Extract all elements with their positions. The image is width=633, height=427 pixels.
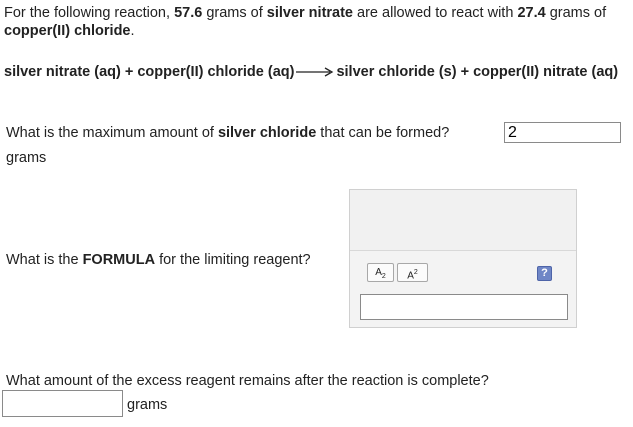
help-icon[interactable]: ? bbox=[537, 266, 552, 281]
question-1-bold: silver chloride bbox=[217, 125, 317, 141]
intro-text: grams of bbox=[545, 5, 607, 21]
intro-text: are allowed to react with bbox=[353, 5, 518, 21]
reactant-copper-chloride: copper(II) chloride bbox=[4, 23, 131, 39]
intro-paragraph: For the following reaction, 57.6 grams o… bbox=[4, 4, 624, 40]
max-amount-answer-input[interactable]: 2 bbox=[504, 122, 621, 143]
intro-text: For the following reaction, bbox=[4, 5, 175, 21]
question-1-text: that can be formed? bbox=[316, 125, 450, 141]
superscript-button[interactable]: A2 bbox=[397, 263, 428, 282]
equation-products: silver chloride (s) + copper(II) nitrate… bbox=[336, 64, 619, 80]
mass-silver-nitrate: 57.6 bbox=[174, 5, 203, 21]
question-2-bold: FORMULA bbox=[82, 252, 156, 268]
question-3-text: What amount of the excess reagent remain… bbox=[6, 373, 489, 389]
mass-copper-chloride: 27.4 bbox=[517, 5, 546, 21]
formula-editor: A2 A2 ? bbox=[349, 189, 577, 328]
excess-reagent-answer-input[interactable] bbox=[2, 390, 123, 417]
question-1-text: What is the maximum amount of bbox=[6, 125, 218, 141]
intro-text: . bbox=[130, 23, 135, 39]
formula-editor-header bbox=[350, 190, 576, 251]
intro-text: grams of bbox=[202, 5, 267, 21]
reaction-arrow-icon bbox=[296, 67, 334, 77]
subscript-button[interactable]: A2 bbox=[367, 263, 394, 282]
question-1-unit: grams bbox=[6, 150, 47, 166]
question-2-text: for the limiting reagent? bbox=[155, 252, 311, 268]
reactant-silver-nitrate: silver nitrate bbox=[266, 5, 354, 21]
question-2-text: What is the bbox=[6, 252, 83, 268]
limiting-reagent-formula-input[interactable] bbox=[360, 294, 568, 320]
question-2: What is the FORMULA for the limiting rea… bbox=[6, 251, 311, 269]
reaction-equation: silver nitrate (aq) + copper(II) chlorid… bbox=[4, 63, 624, 81]
question-3-unit: grams bbox=[127, 397, 168, 413]
equation-reactants: silver nitrate (aq) + copper(II) chlorid… bbox=[4, 64, 295, 80]
